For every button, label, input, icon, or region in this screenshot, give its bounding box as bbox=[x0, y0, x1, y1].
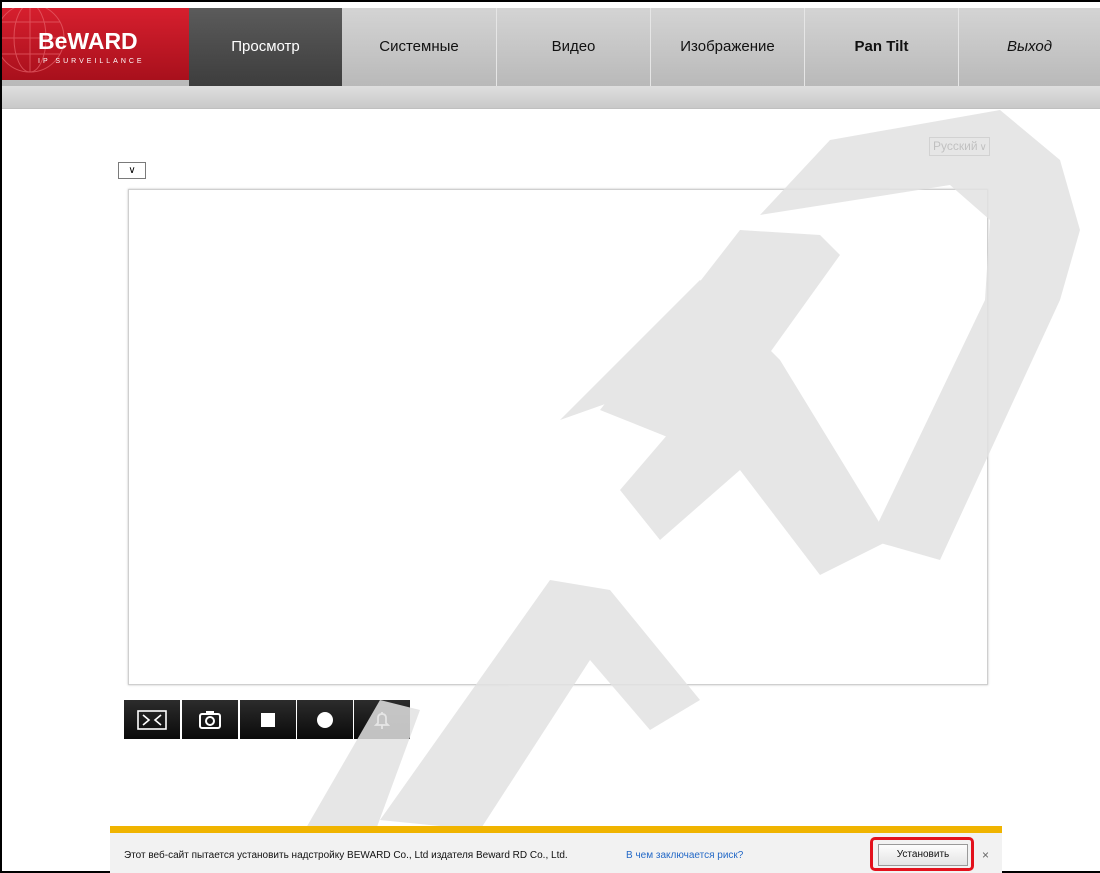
alarm-button[interactable] bbox=[354, 700, 410, 739]
brand-logo[interactable]: BeWARD IP SURVEILLANCE bbox=[2, 8, 189, 80]
stop-icon bbox=[261, 712, 275, 727]
video-viewport[interactable] bbox=[128, 189, 988, 685]
install-button[interactable]: Установить bbox=[878, 844, 968, 866]
record-button[interactable] bbox=[297, 700, 353, 739]
record-icon bbox=[317, 711, 333, 728]
install-highlight: Установить bbox=[870, 837, 974, 871]
language-select-value: Русский bbox=[933, 139, 978, 153]
camera-snapshot-icon bbox=[199, 710, 221, 729]
tab-pan-tilt[interactable]: Pan Tilt bbox=[805, 8, 958, 86]
tab-view[interactable]: Просмотр bbox=[189, 8, 342, 86]
tab-image[interactable]: Изображение bbox=[651, 8, 804, 86]
top-navbar: BeWARD IP SURVEILLANCE Просмотр Системны… bbox=[2, 8, 1100, 86]
chevron-down-icon: ∨ bbox=[128, 165, 136, 176]
fullscreen-icon bbox=[137, 709, 167, 730]
snapshot-button[interactable] bbox=[182, 700, 238, 739]
alarm-bell-icon bbox=[374, 711, 390, 729]
tab-logout[interactable]: Выход bbox=[959, 8, 1100, 86]
close-icon[interactable]: × bbox=[982, 848, 989, 862]
sub-navbar bbox=[2, 86, 1100, 109]
stream-select[interactable]: ∨ bbox=[118, 162, 146, 179]
chevron-down-icon: ∨ bbox=[979, 142, 987, 153]
tab-video[interactable]: Видео bbox=[497, 8, 650, 86]
language-select[interactable]: Русский ∨ bbox=[929, 137, 990, 156]
risk-link[interactable]: В чем заключается риск? bbox=[626, 850, 743, 861]
brand-tagline: IP SURVEILLANCE bbox=[38, 58, 145, 65]
notification-message: Этот веб-сайт пытается установить надстр… bbox=[124, 850, 568, 861]
brand-name: BeWARD bbox=[38, 28, 138, 54]
tab-system[interactable]: Системные bbox=[342, 8, 496, 86]
addon-notification-bar: Этот веб-сайт пытается установить надстр… bbox=[110, 826, 1002, 873]
fullscreen-button[interactable] bbox=[124, 700, 180, 739]
stop-button[interactable] bbox=[240, 700, 296, 739]
